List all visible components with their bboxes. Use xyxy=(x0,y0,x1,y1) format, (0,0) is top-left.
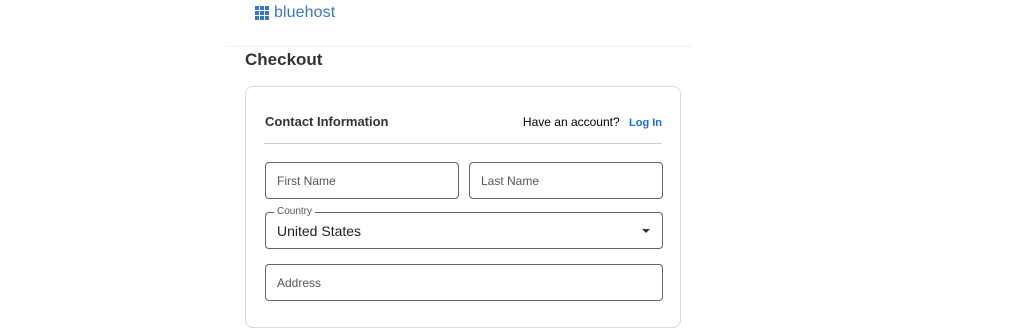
logo-text: bluehost xyxy=(274,4,336,21)
bluehost-logo[interactable]: bluehost xyxy=(255,4,335,22)
last-name-input[interactable] xyxy=(470,163,662,198)
section-title: Contact Information xyxy=(265,114,389,129)
login-link[interactable]: Log In xyxy=(629,117,662,129)
country-select[interactable]: Country United States xyxy=(265,206,663,249)
page-title: Checkout xyxy=(245,50,323,69)
account-prompt-text: Have an account? xyxy=(522,115,620,129)
first-name-field[interactable] xyxy=(265,162,459,199)
chevron-down-icon[interactable] xyxy=(642,229,650,233)
account-prompt: Have an account? Log In xyxy=(523,115,662,129)
last-name-field[interactable] xyxy=(469,162,663,199)
country-selected-value: United States xyxy=(277,223,362,239)
address-input[interactable] xyxy=(266,265,662,300)
first-name-input[interactable] xyxy=(266,163,458,198)
address-field[interactable] xyxy=(265,264,663,301)
section-divider xyxy=(264,143,662,144)
grid-logo-icon xyxy=(255,6,269,20)
header-divider xyxy=(226,46,692,47)
contact-information-card: Contact Information Have an account? Log… xyxy=(245,86,681,328)
country-label: Country xyxy=(274,206,316,218)
